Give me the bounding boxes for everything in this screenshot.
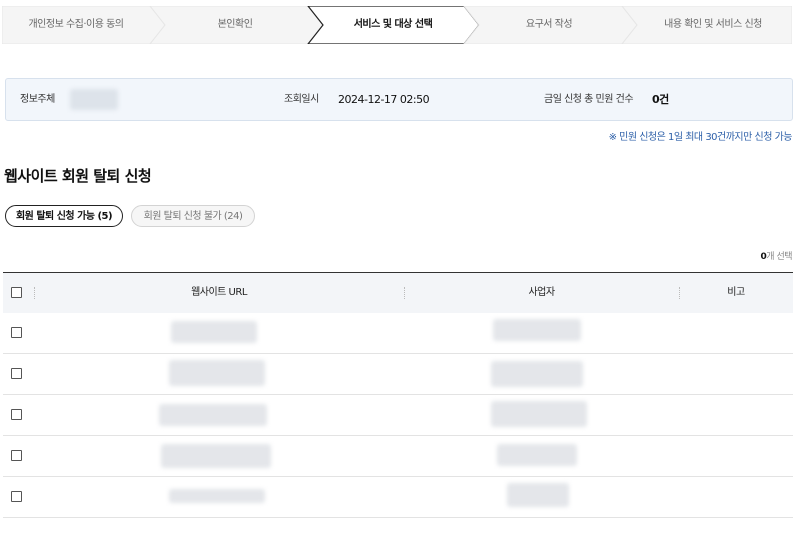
step-1-label: 개인정보 수집·이용 동의 xyxy=(28,19,124,30)
step-3-label: 서비스 및 대상 선택 xyxy=(353,19,433,30)
tab-available[interactable]: 회원 탈퇴 신청 가능 (5) xyxy=(5,205,123,227)
header-company: 사업자 xyxy=(528,287,555,298)
daily-limit-notice: ※ 민원 신청은 1일 최대 30건까지만 신청 가능 xyxy=(608,132,793,143)
company-redacted xyxy=(497,444,577,466)
table-header: 웹사이트 URL 사업자 비고 xyxy=(3,272,793,313)
step-4-label: 요구서 작성 xyxy=(525,19,573,30)
company-redacted xyxy=(507,483,569,507)
today-count-value: 0건 xyxy=(652,93,669,106)
url-redacted xyxy=(161,444,271,468)
query-time-value: 2024-12-17 02:50 xyxy=(338,93,430,106)
row-checkbox[interactable] xyxy=(11,409,22,420)
row-checkbox[interactable] xyxy=(11,450,22,461)
selection-count: 0개 선택 xyxy=(761,249,793,262)
company-redacted xyxy=(493,319,581,341)
header-note: 비고 xyxy=(727,287,745,298)
website-table: 웹사이트 URL 사업자 비고 xyxy=(3,272,793,518)
table-row[interactable] xyxy=(3,436,793,477)
url-redacted xyxy=(159,404,267,426)
row-checkbox[interactable] xyxy=(11,491,22,502)
query-time-label: 조회일시 xyxy=(284,94,319,105)
step-5-label: 내용 확인 및 서비스 신청 xyxy=(664,19,762,30)
row-checkbox[interactable] xyxy=(11,327,22,338)
today-count-label: 금일 신청 총 민원 건수 xyxy=(544,94,634,105)
url-redacted xyxy=(169,489,265,503)
table-row[interactable] xyxy=(3,477,793,518)
subject-value-redacted xyxy=(70,89,118,110)
step-2-label: 본인확인 xyxy=(217,19,253,30)
tab-unavailable[interactable]: 회원 탈퇴 신청 불가 (24) xyxy=(131,205,255,227)
table-row[interactable] xyxy=(3,354,793,395)
table-row[interactable] xyxy=(3,395,793,436)
select-all-checkbox[interactable] xyxy=(11,287,22,298)
selection-count-suffix: 개 선택 xyxy=(766,252,792,262)
header-url: 웹사이트 URL xyxy=(191,287,247,298)
subject-label: 정보주체 xyxy=(20,94,55,105)
info-summary-bar: 정보주체 조회일시 2024-12-17 02:50 금일 신청 총 민원 건수… xyxy=(5,78,793,121)
row-checkbox[interactable] xyxy=(11,368,22,379)
page-title: 웹사이트 회원 탈퇴 신청 xyxy=(4,167,152,185)
company-redacted xyxy=(491,401,587,427)
company-redacted xyxy=(491,361,583,387)
progress-stepper: 개인정보 수집·이용 동의 본인확인 서비스 및 대상 선택 요구서 작성 내용… xyxy=(2,6,792,44)
table-row[interactable] xyxy=(3,313,793,354)
url-redacted xyxy=(169,360,265,386)
url-redacted xyxy=(171,321,257,343)
